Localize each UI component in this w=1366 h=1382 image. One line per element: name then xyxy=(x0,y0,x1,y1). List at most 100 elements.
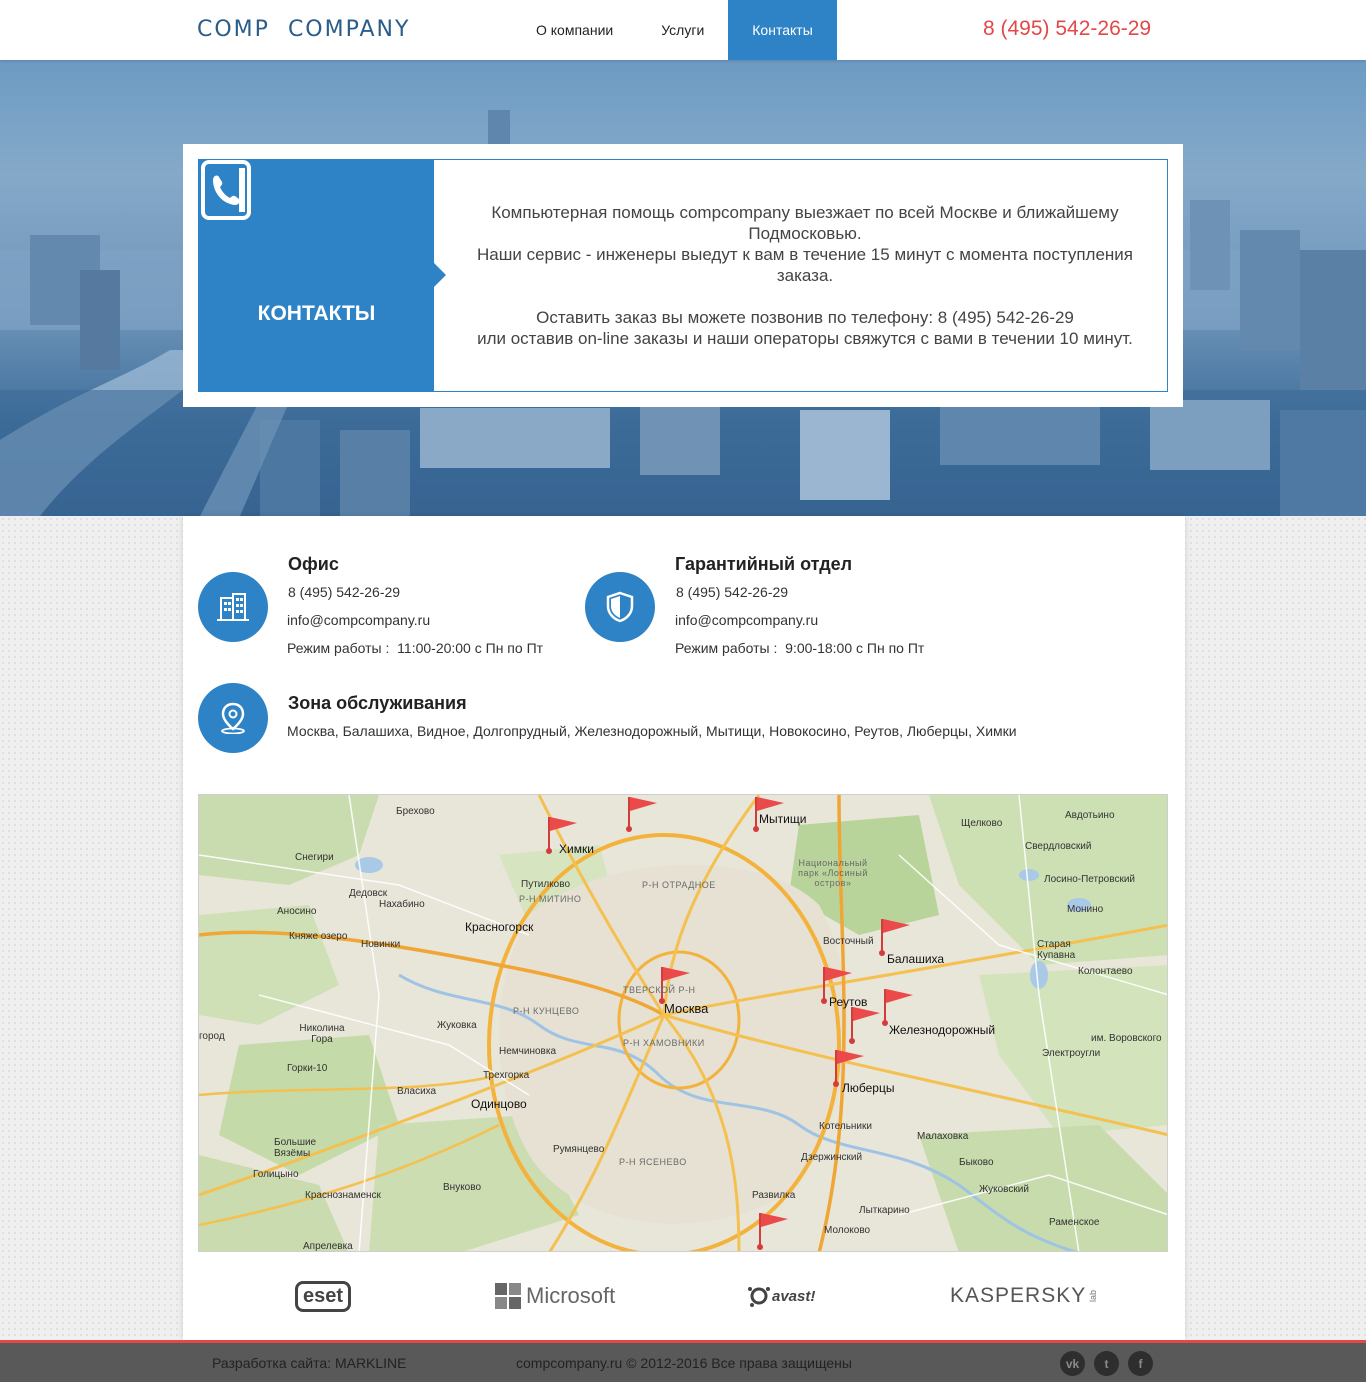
warranty-email[interactable]: info@compcompany.ru xyxy=(675,612,818,628)
zone-cities: Москва, Балашиха, Видное, Долгопрудный, … xyxy=(287,723,1017,739)
warranty-hours-value: 9:00-18:00 с Пн по Пт xyxy=(785,640,925,656)
map-label-monino: Монино xyxy=(1067,904,1104,915)
map-label-malakhovka: Малаховка xyxy=(917,1131,969,1142)
map-label-razvilka: Развилка xyxy=(752,1190,796,1201)
map-label-dzerzhinsky: Дзержинский xyxy=(801,1152,863,1163)
map-label-kuntsevo: Р-Н КУНЦЕВО xyxy=(513,1006,580,1016)
map-label-ramenskoe: Раменское xyxy=(1049,1217,1100,1228)
hero-description: Компьютерная помощь compcompany выезжает… xyxy=(453,202,1157,349)
map-label-knyazhe: Княже озеро xyxy=(289,931,348,942)
map-label-zhukovka: Жуковка xyxy=(437,1020,477,1031)
map-label-khamovniki: Р-Н ХАМОВНИКИ xyxy=(623,1038,705,1048)
avast-icon xyxy=(748,1287,770,1307)
map-label-rumyantsevo: Румянцево xyxy=(553,1144,605,1155)
map-label-dedovsk: Дедовск xyxy=(349,888,388,899)
map-label-shchelkovo: Щелково xyxy=(961,818,1003,829)
map-label-krasnogorsk: Красногорск xyxy=(465,920,534,934)
warranty-icon-circle xyxy=(585,572,655,642)
microsoft-icon xyxy=(495,1283,521,1309)
footer-copyright: compcompany.ru © 2012-2016 Все права защ… xyxy=(516,1355,852,1371)
map-label-putilkovo: Путилково xyxy=(521,879,570,890)
map-label-anosino: Аносино xyxy=(277,906,317,917)
partner-brands: eset Microsoft avast! KASPERSKY lab xyxy=(183,1276,1185,1316)
map-label-nakhabino: Нахабино xyxy=(379,899,425,910)
map-label-trekhgorka: Трехгорка xyxy=(483,1070,530,1081)
zone-icon-circle xyxy=(198,683,268,753)
main-nav: О компании Услуги Контакты xyxy=(512,0,837,60)
map-label-vorovskogo: им. Воровского xyxy=(1091,1033,1162,1044)
map-label-kotelniki: Котельники xyxy=(819,1121,872,1132)
map-label-mytishchi: Мытищи xyxy=(759,812,807,826)
avast-logo: avast! xyxy=(748,1276,815,1316)
map-label-zhel: Железнодорожный xyxy=(889,1023,996,1037)
office-icon-circle xyxy=(198,572,268,642)
map-label-mitino: Р-Н МИТИНО xyxy=(519,894,582,904)
map-label-novinki: Новинки xyxy=(361,939,401,950)
hero-text-line: Компьютерная помощь compcompany выезжает… xyxy=(491,203,1119,243)
map-label-balashikha: Балашиха xyxy=(887,952,945,966)
map-label-avdotino: Авдотьино xyxy=(1065,810,1115,821)
map-label-lytkarino: Лыткарино xyxy=(859,1205,910,1216)
map-label-odintsovo: Одинцово xyxy=(471,1097,527,1111)
nav-about[interactable]: О компании xyxy=(512,0,637,60)
map-label-park: Национальный парк «Лосиный остров» xyxy=(798,858,868,888)
office-hours-value: 11:00-20:00 с Пн по Пт xyxy=(397,640,544,656)
map-label-moscow: Москва xyxy=(664,1001,709,1016)
header-phone[interactable]: 8 (495) 542-26-29 xyxy=(983,17,1151,41)
office-title: Офис xyxy=(288,554,339,574)
map-label-gorki: Горки-10 xyxy=(287,1063,328,1074)
office-hours-label: Режим работы : xyxy=(287,640,390,656)
office-email[interactable]: info@compcompany.ru xyxy=(287,612,430,628)
map-label-khimki: Химки xyxy=(559,842,594,856)
warranty-hours-label: Режим работы : xyxy=(675,640,778,656)
main-content: Офис 8 (495) 542-26-29 info@compcompany.… xyxy=(183,516,1185,1340)
map-label-elektrougli: Электроугли xyxy=(1042,1048,1101,1059)
footer-developer[interactable]: Разработка сайта: MARKLINE xyxy=(212,1355,407,1371)
map-label-breh: Брехово xyxy=(396,806,435,817)
map-label-molokovo: Молоково xyxy=(824,1225,871,1236)
hero-text-line: Оставить заказ вы можете позвонив по тел… xyxy=(536,308,1074,327)
logo-text-comp: Comp xyxy=(197,17,270,42)
footer: Разработка сайта: MARKLINE compcompany.r… xyxy=(0,1340,1366,1382)
service-map[interactable]: Москва Химки Мытищи Балашиха Реутов Желе… xyxy=(198,794,1168,1252)
hero-card: КОНТАКТЫ Компьютерная помощь compcompany… xyxy=(183,144,1183,407)
map-label-kolontaevo: Колонтаево xyxy=(1078,966,1133,977)
map-label-sverdlovsky: Свердловский xyxy=(1025,841,1092,852)
map-label-aprelevka: Апрелевка xyxy=(303,1241,353,1252)
map-label-yasenevo: Р-Н ЯСЕНЕВО xyxy=(619,1157,687,1167)
map-label-bolshie: Большие Вязёмы xyxy=(274,1137,317,1159)
facebook-icon[interactable]: f xyxy=(1128,1351,1153,1376)
map-label-lyubertsy: Люберцы xyxy=(842,1081,895,1095)
twitter-icon[interactable]: t xyxy=(1094,1351,1119,1376)
map-label-gorod: город xyxy=(199,1031,225,1042)
warranty-phone[interactable]: 8 (495) 542-26-29 xyxy=(676,584,788,600)
header: Comp Company О компании Услуги Контакты … xyxy=(0,0,1366,60)
logo[interactable]: Comp Company xyxy=(197,17,410,42)
building-icon xyxy=(217,593,249,621)
eset-logo: eset xyxy=(295,1276,352,1316)
map-label-staraya: Старая Купавна xyxy=(1037,939,1076,961)
map-label-reutov: Реутов xyxy=(829,995,868,1009)
map-label-tverskoy: ТВЕРСКОЙ Р-Н xyxy=(623,985,696,995)
map-label-vlasikha: Власиха xyxy=(397,1086,437,1097)
kaspersky-logo: KASPERSKY lab xyxy=(950,1284,1099,1307)
office-phone[interactable]: 8 (495) 542-26-29 xyxy=(288,584,400,600)
nav-contacts[interactable]: Контакты xyxy=(728,0,837,60)
map-label-vostochny: Восточный xyxy=(823,936,874,947)
map-label-snegiri: Снегири xyxy=(295,852,334,863)
warranty-hours: Режим работы : 9:00-18:00 с Пн по Пт xyxy=(675,640,924,656)
microsoft-logo: Microsoft xyxy=(495,1276,615,1316)
map-label-losino: Лосино-Петровский xyxy=(1044,874,1135,885)
hero-text-line: Наши сервис - инженеры выедут к вам в те… xyxy=(476,245,1133,285)
logo-text-company: Company xyxy=(287,17,411,42)
hero-text-line: или оставив on-line заказы и наши операт… xyxy=(477,329,1133,348)
phone-book-icon xyxy=(201,160,251,220)
map-label-otradnoe: Р-Н ОТРАДНОЕ xyxy=(642,880,716,890)
map-label-nemchinovka: Немчиновка xyxy=(499,1046,557,1057)
zone-title: Зона обслуживания xyxy=(288,693,467,713)
vk-icon[interactable]: vk xyxy=(1060,1351,1085,1376)
location-pin-icon xyxy=(221,702,245,734)
office-hours: Режим работы : 11:00-20:00 с Пн по Пт xyxy=(287,640,543,656)
nav-services[interactable]: Услуги xyxy=(637,0,728,60)
map-label-zhukovsky: Жуковский xyxy=(979,1184,1029,1195)
